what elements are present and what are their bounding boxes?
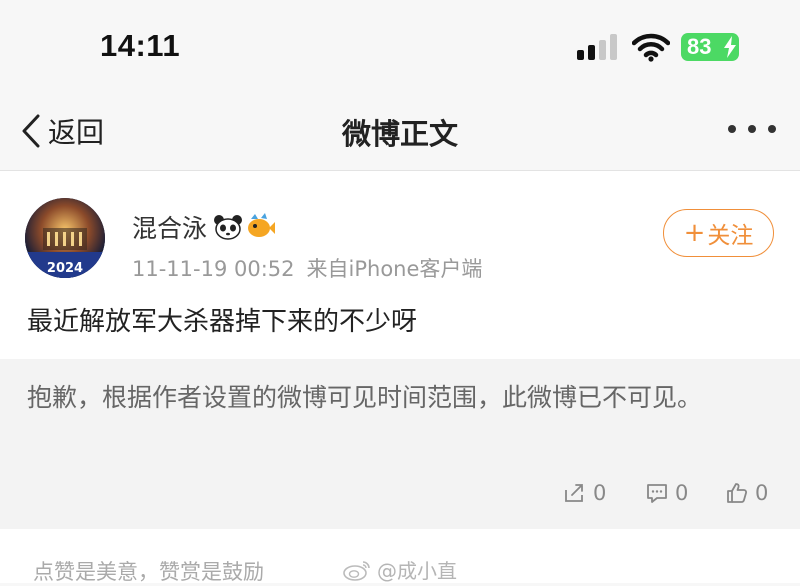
plus-icon: + bbox=[683, 218, 706, 248]
back-button[interactable]: 返回 bbox=[20, 111, 104, 151]
more-options-button[interactable] bbox=[728, 125, 778, 137]
status-bar: 14:11 83 bbox=[0, 0, 800, 95]
thumbs-up-icon bbox=[727, 483, 748, 503]
avatar-caption: 2024 bbox=[47, 261, 83, 276]
more-icon bbox=[748, 125, 756, 133]
like-button[interactable]: 0 bbox=[725, 481, 768, 505]
wifi-icon bbox=[632, 33, 670, 62]
charging-bolt-icon bbox=[724, 36, 736, 58]
comment-icon bbox=[647, 484, 667, 503]
like-count: 0 bbox=[755, 481, 769, 505]
action-bar: 0 0 0 bbox=[0, 481, 800, 517]
post-card: 2024 混合泳 11-11-19 00:52 来自iPhone客户端 + 关注 … bbox=[0, 171, 800, 359]
username-row: 混合泳 bbox=[132, 209, 276, 245]
chevron-left-icon bbox=[22, 114, 40, 148]
post-meta: 11-11-19 00:52 来自iPhone客户端 bbox=[132, 253, 482, 283]
battery-level: 83 bbox=[687, 34, 712, 59]
post-text: 最近解放军大杀器掉下来的不少呀 bbox=[27, 307, 418, 337]
panda-badge-icon bbox=[214, 215, 243, 240]
follow-button[interactable]: + 关注 bbox=[663, 209, 774, 257]
status-time: 14:11 bbox=[100, 28, 181, 63]
back-label: 返回 bbox=[48, 116, 105, 149]
nav-bar: 返回 微博正文 bbox=[0, 95, 800, 171]
post-timestamp: 11-11-19 00:52 bbox=[132, 257, 295, 281]
repost-count: 0 bbox=[593, 481, 607, 505]
retweet-notice: 抱歉，根据作者设置的微博可见时间范围，此微博已不可见。 0 0 0 bbox=[0, 359, 800, 529]
watermark-text: @成小直 bbox=[377, 559, 457, 583]
battery-indicator: 83 bbox=[681, 33, 739, 61]
repost-button[interactable]: 0 bbox=[563, 481, 606, 505]
repost-icon bbox=[565, 484, 583, 502]
comment-count: 0 bbox=[675, 481, 689, 505]
fish-badge-icon bbox=[248, 213, 276, 237]
more-icon bbox=[728, 125, 736, 133]
username[interactable]: 混合泳 bbox=[132, 209, 207, 245]
page-title: 微博正文 bbox=[341, 117, 458, 151]
avatar[interactable]: 2024 bbox=[25, 198, 105, 278]
reward-hint: 点赞是美意，赞赏是鼓励 bbox=[33, 560, 264, 584]
watermark: @成小直 bbox=[343, 555, 457, 584]
signal-icon bbox=[577, 34, 617, 60]
avatar-image: 2024 bbox=[25, 198, 105, 278]
notice-text: 抱歉，根据作者设置的微博可见时间范围，此微博已不可见。 bbox=[27, 383, 703, 412]
comment-button[interactable]: 0 bbox=[645, 481, 688, 505]
follow-label: 关注 bbox=[707, 223, 754, 249]
footer: 点赞是美意，赞赏是鼓励 @成小直 bbox=[0, 529, 800, 584]
more-icon bbox=[768, 125, 776, 133]
weibo-logo-icon bbox=[343, 560, 370, 581]
post-source: 来自iPhone客户端 bbox=[306, 257, 483, 281]
